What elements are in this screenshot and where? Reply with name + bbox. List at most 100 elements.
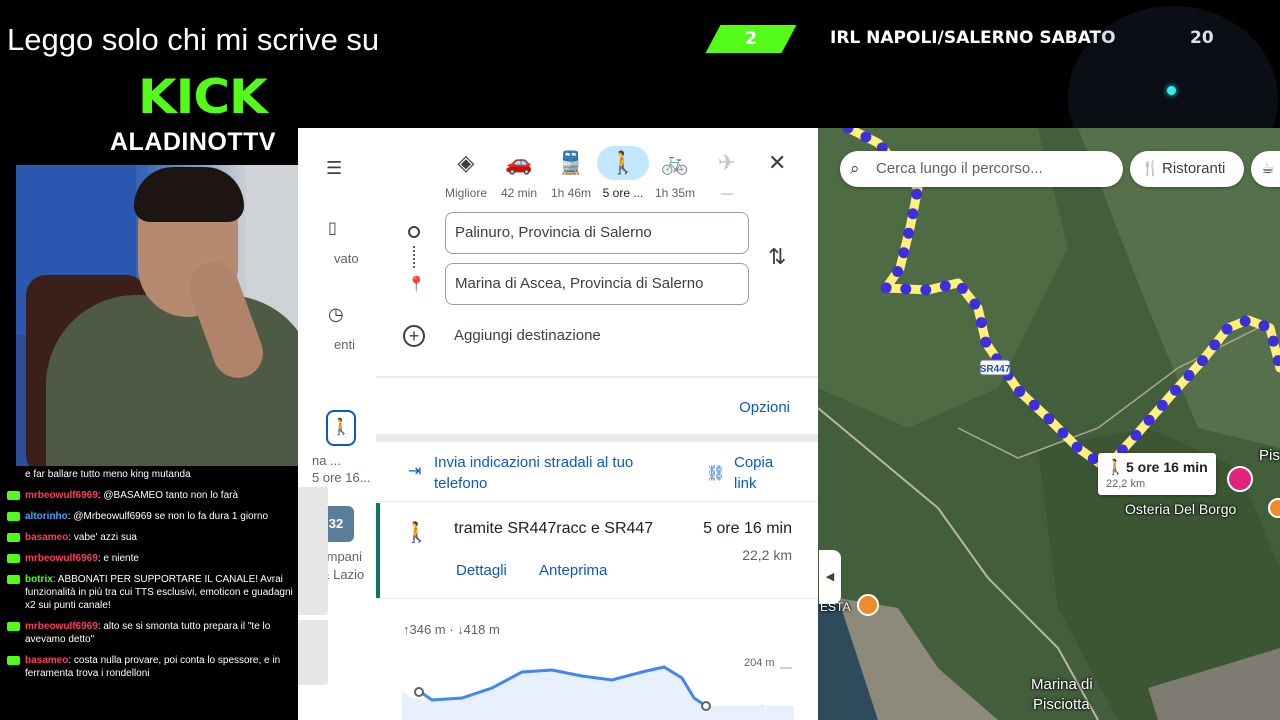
rail-walk-label[interactable]: na ... — [312, 453, 341, 468]
bike-icon: 🚲 — [661, 150, 689, 175]
chat-username[interactable]: basameo — [25, 655, 68, 666]
chat-message: mrbeowulf6969: alto se si smonta tutto p… — [7, 620, 295, 646]
mode-walk[interactable]: 🚶 5 ore ... — [593, 146, 653, 200]
sub-badge-icon — [7, 533, 20, 542]
webcam-feed — [16, 165, 337, 468]
search-along-route-input[interactable]: Cerca lungo il percorso... — [840, 151, 1123, 187]
satellite-map[interactable]: SR447 — [818, 128, 1280, 720]
chat-message-text: : vabe' azzi sua — [68, 532, 137, 543]
chat-panel: e far ballare tutto meno king mutanda mr… — [0, 466, 298, 720]
route-dots-icon — [413, 246, 415, 268]
route-time: 5 ore 16 min — [703, 520, 792, 537]
chat-username[interactable]: mrbeowulf6969 — [25, 553, 98, 564]
details-button[interactable]: Dettagli — [456, 562, 507, 579]
preview-button[interactable]: Anteprima — [539, 562, 607, 579]
chat-message: mrbeowulf6969: @BASAMEO tanto non lo far… — [7, 489, 295, 502]
copy-link-button[interactable]: Copia link — [734, 452, 794, 494]
kick-logo: KICK — [138, 69, 268, 125]
send-to-phone-icon[interactable]: ⇥ — [408, 461, 421, 481]
walk-tab-icon[interactable]: 🚶 — [326, 410, 356, 446]
chat-message: mrbeowulf6969: e niente — [7, 552, 295, 565]
panel-divider — [376, 598, 818, 599]
rail-walk-time[interactable]: 5 ore 16... — [312, 470, 371, 485]
saved-icon[interactable]: ▯ — [328, 218, 337, 238]
destination-pin-icon: 📍 — [407, 276, 426, 293]
chat-username[interactable]: basameo — [25, 532, 68, 543]
mode-bike[interactable]: 🚲 1h 35m — [645, 146, 705, 200]
selected-route-indicator — [376, 503, 380, 599]
sub-badge-icon — [7, 491, 20, 500]
sub-badge-icon — [7, 622, 20, 631]
flight-icon: ✈ — [717, 150, 737, 175]
elevation-end-marker — [701, 701, 711, 711]
place-label-marina-line2[interactable]: Pisciotta — [1033, 696, 1090, 713]
route-tooltip[interactable]: 🚶 5 ore 16 min 22,2 km — [1098, 453, 1216, 495]
road-shield-label: SR447 — [980, 364, 1011, 375]
swap-icon[interactable]: ⇅ — [768, 244, 786, 270]
car-icon: 🚗 — [505, 150, 533, 175]
chat-message: botrix: ABBONATI PER SUPPORTARE IL CANAL… — [7, 573, 295, 612]
mode-label: 42 min — [500, 186, 538, 200]
mode-best[interactable]: ◈ Migliore — [436, 146, 496, 200]
options-button[interactable]: Opzioni — [739, 399, 790, 416]
directions-panel: ◈ Migliore 🚗 42 min 🚆 1h 46m 🚶 5 ore ...… — [376, 128, 818, 720]
chat-message: basameo: costa nulla provare, poi conta … — [7, 654, 295, 680]
food-pin-icon[interactable] — [1268, 498, 1280, 518]
bar-pin-icon[interactable] — [857, 594, 879, 616]
send-to-phone-button[interactable]: Invia indicazioni stradali al tuo telefo… — [434, 452, 674, 494]
mode-label: 5 ore ... — [602, 186, 644, 200]
chat-overlay-block — [298, 620, 328, 685]
chat-message-text: : @Mrbeowulf6969 se non lo fa dura 1 gio… — [67, 511, 269, 522]
chat-message-text: e far ballare tutto meno king mutanda — [25, 469, 191, 480]
hotel-pin-icon[interactable] — [1227, 466, 1253, 492]
destination-input[interactable]: Marina di Ascea, Provincia di Salerno — [445, 263, 749, 305]
chat-username[interactable]: altorinho — [25, 511, 68, 522]
map-canvas[interactable]: SR447 — [818, 128, 1280, 720]
panel-divider — [376, 501, 818, 502]
link-icon[interactable]: ⛓ — [706, 464, 725, 482]
place-label-pis[interactable]: Pis — [1259, 447, 1280, 464]
rail-saved-label[interactable]: vato — [334, 251, 359, 266]
radar-position-dot — [1167, 86, 1176, 95]
origin-circle-icon — [408, 226, 420, 238]
mode-label: — — [721, 186, 733, 200]
chat-username[interactable]: botrix — [25, 574, 53, 585]
sub-badge-icon — [7, 554, 20, 563]
elevation-start-marker — [414, 687, 424, 697]
panel-divider — [376, 434, 818, 442]
chat-message: basameo: vabe' azzi sua — [7, 531, 295, 544]
chat-username[interactable]: mrbeowulf6969 — [25, 490, 98, 501]
overlay-banner-text: Leggo solo chi mi scrive su — [7, 22, 380, 57]
route-via[interactable]: tramite SR447racc e SR447 — [454, 520, 653, 538]
tooltip-time: 5 ore 16 min — [1126, 459, 1208, 475]
stream-number-text: 2 — [744, 28, 758, 49]
mode-transit[interactable]: 🚆 1h 46m — [541, 146, 601, 200]
mode-label: 1h 35m — [654, 186, 696, 200]
menu-icon[interactable]: ☰ — [326, 158, 346, 179]
collapse-panel-chevron-icon[interactable]: ◀ — [819, 550, 841, 604]
add-destination-button[interactable]: Aggiungi destinazione — [454, 327, 601, 344]
best-route-icon: ◈ — [457, 150, 475, 175]
place-label-osteria[interactable]: Osteria Del Borgo — [1125, 501, 1236, 517]
mode-label: 1h 46m — [550, 186, 592, 200]
place-label-marina-line1[interactable]: Marina di — [1031, 676, 1093, 693]
chat-message-text: : ABBONATI PER SUPPORTARE IL CANALE! Avr… — [25, 574, 293, 611]
elevation-chart — [402, 665, 794, 720]
origin-input[interactable]: Palinuro, Provincia di Salerno — [445, 212, 749, 254]
route-distance: 22,2 km — [742, 547, 792, 563]
close-icon[interactable]: ✕ — [768, 150, 786, 176]
mode-label: Migliore — [444, 186, 487, 200]
walk-icon: 🚶 — [1106, 459, 1125, 476]
train-icon: 🚆 — [557, 150, 585, 175]
sub-badge-icon — [7, 575, 20, 584]
add-destination-icon[interactable]: + — [403, 325, 425, 347]
chat-message-text: : @BASAMEO tanto non lo farà — [97, 490, 239, 501]
cafe-chip[interactable]: ☕ — [1251, 151, 1280, 187]
mode-car[interactable]: 🚗 42 min — [489, 146, 549, 200]
walk-route-icon: 🚶 — [404, 522, 429, 544]
chat-username[interactable]: mrbeowulf6969 — [25, 621, 98, 632]
chat-overlay-block — [298, 505, 328, 615]
mode-flight[interactable]: ✈ — — [697, 146, 757, 200]
recent-icon[interactable]: ◷ — [328, 304, 344, 325]
rail-recent-label[interactable]: enti — [334, 337, 355, 352]
